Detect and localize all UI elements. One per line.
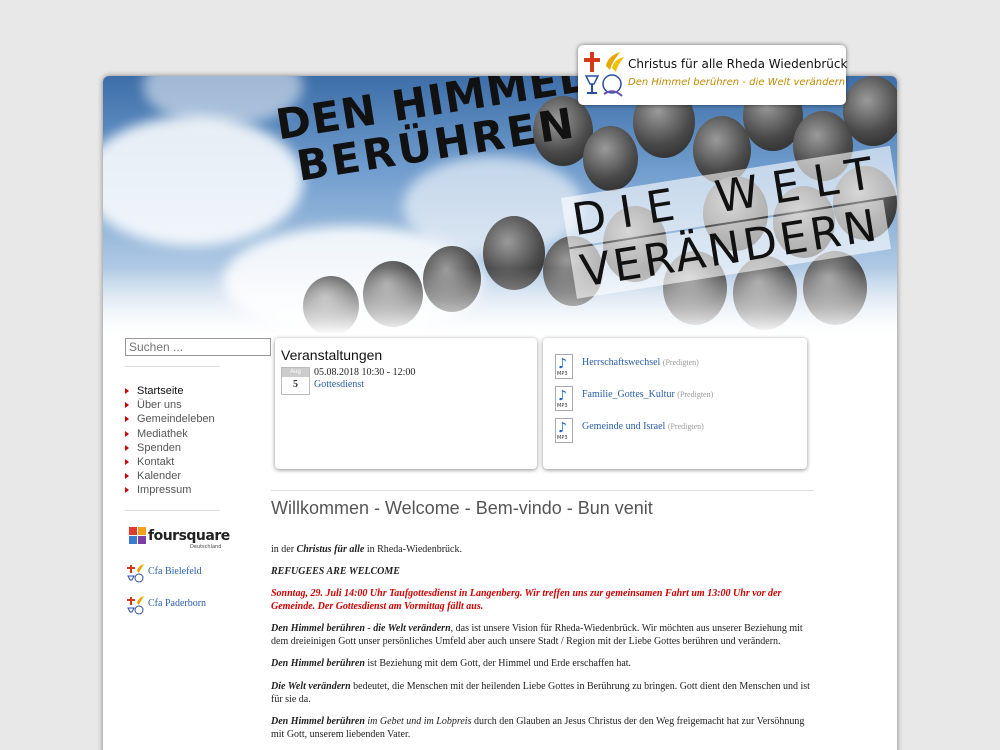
cfa-paderborn-label[interactable]: Cfa Paderborn <box>148 598 206 609</box>
cfa-bielefeld-label[interactable]: Cfa Bielefeld <box>148 566 202 577</box>
mp3-icon-label: MP3 <box>557 371 568 377</box>
nav-item-mediathek[interactable]: Mediathek <box>125 427 215 441</box>
prayer-paragraph: Den Himmel berühren im Gebet und im Lobp… <box>271 715 816 741</box>
world-paragraph: Die Welt verändern bedeutet, die Mensche… <box>271 680 816 706</box>
prayer-bold: Den Himmel berühren <box>271 716 365 727</box>
mp3-file-icon: ♪ MP3 <box>555 418 573 443</box>
bullet-arrow-icon <box>125 416 129 423</box>
intro-church-name: Christus für alle <box>296 544 365 555</box>
calendar-month: Aug <box>282 368 309 377</box>
nav-item-impressum[interactable]: Impressum <box>125 483 215 497</box>
intro-post: in Rheda-Wiedenbrück. <box>364 544 462 555</box>
nav-label: Mediathek <box>137 427 188 440</box>
bullet-arrow-icon <box>125 430 129 437</box>
nav-item-ueber-uns[interactable]: Über uns <box>125 398 215 412</box>
foursquare-label: foursquare <box>148 528 230 544</box>
vision-bold: Den Himmel berühren - die Welt verändern <box>271 623 451 634</box>
heaven-bold: Den Himmel berühren <box>271 658 365 669</box>
heaven-paragraph: Den Himmel berühren ist Beziehung mit de… <box>271 657 816 670</box>
bullet-arrow-icon <box>125 388 129 394</box>
cfa-logo-icon <box>127 596 144 615</box>
media-category: (Predigten) <box>677 390 714 399</box>
world-bold: Die Welt verändern <box>271 681 351 692</box>
content-divider <box>271 490 814 491</box>
nav-label: Startseite <box>137 385 184 397</box>
intro-paragraph: in der Christus für alle in Rheda-Wieden… <box>271 543 816 556</box>
site-logo[interactable]: Christus für alle Rheda Wiedenbrück Den … <box>578 45 848 105</box>
logo-title: Christus für alle Rheda Wiedenbrück <box>628 57 848 71</box>
welcome-heading: Willkommen - Welcome - Bem-vindo - Bun v… <box>271 498 653 518</box>
nav-label: Kontakt <box>137 455 175 468</box>
bullet-arrow-icon <box>125 444 129 451</box>
events-title: Veranstaltungen <box>281 347 383 363</box>
nav-item-startseite[interactable]: Startseite <box>125 384 215 398</box>
heaven-text: ist Beziehung mit dem Gott, der Himmel u… <box>364 658 632 669</box>
nav-label: Kalender <box>137 470 182 483</box>
bullet-arrow-icon <box>125 473 129 480</box>
header-banner: DEN HIMMEL BERÜHREN DIE WELT VERÄNDERN <box>103 76 897 338</box>
bullet-arrow-icon <box>125 458 129 465</box>
intro-pre: in der <box>271 544 297 555</box>
refugees-notice: REFUGEES ARE WELCOME <box>271 566 400 577</box>
foursquare-icon <box>129 527 146 544</box>
nav-item-gemeindeleben[interactable]: Gemeindeleben <box>125 412 215 426</box>
logo-subtitle: Den Himmel berühren - die Welt verändern <box>628 77 846 88</box>
foursquare-logo-link[interactable]: foursquare Deutschland <box>128 525 230 551</box>
mp3-file-icon: ♪ MP3 <box>555 354 573 379</box>
logo-emblem-icon <box>584 52 624 97</box>
cfa-logo-icon <box>127 564 144 583</box>
media-link[interactable]: Familie_Gottes_Kultur (Predigten) <box>582 389 713 400</box>
nav-label: Impressum <box>137 484 192 497</box>
nav-item-kontakt[interactable]: Kontakt <box>125 455 215 469</box>
world-text: bedeutet, die Menschen mit der heilenden… <box>271 681 810 705</box>
nav-label: Gemeindeleben <box>137 413 215 426</box>
sidebar-divider <box>125 510 220 511</box>
events-box: Veranstaltungen Aug 5 05.08.2018 10:30 -… <box>275 338 537 469</box>
mp3-file-icon: ♪ MP3 <box>555 386 573 411</box>
nav-item-kalender[interactable]: Kalender <box>125 469 215 483</box>
media-box: ♪ MP3 Herrschaftswechsel (Predigten) ♪ MP3… <box>543 338 807 469</box>
event-notice: Sonntag, 29. Juli 14:00 Uhr Taufgottesdi… <box>271 588 782 612</box>
event-link[interactable]: Gottesdienst <box>314 379 364 390</box>
media-link[interactable]: Herrschaftswechsel (Predigten) <box>582 357 699 368</box>
media-title[interactable]: Gemeinde und Israel <box>582 421 665 432</box>
calendar-day: 5 <box>293 379 298 390</box>
cfa-paderborn-link[interactable]: Cfa Paderborn <box>126 595 206 615</box>
bullet-arrow-icon <box>125 487 129 494</box>
main-nav: Startseite Über uns Gemeindeleben Mediat… <box>125 384 215 498</box>
prayer-italic: im Gebet und im Lobpreis <box>364 716 472 727</box>
search-input[interactable] <box>125 338 271 356</box>
calendar-date-icon: Aug 5 <box>281 367 310 395</box>
mp3-icon-label: MP3 <box>557 435 568 441</box>
media-category: (Predigten) <box>662 358 699 367</box>
media-title[interactable]: Herrschaftswechsel <box>582 357 660 368</box>
media-title[interactable]: Familie_Gottes_Kultur <box>582 389 675 400</box>
vision-paragraph: Den Himmel berühren - die Welt verändern… <box>271 622 816 648</box>
nav-label: Spenden <box>137 441 182 454</box>
media-category: (Predigten) <box>667 422 704 431</box>
nav-item-spenden[interactable]: Spenden <box>125 441 215 455</box>
event-time: 05.08.2018 10:30 - 12:00 <box>314 367 416 378</box>
cfa-bielefeld-link[interactable]: Cfa Bielefeld <box>126 563 202 583</box>
sidebar-divider <box>125 366 220 367</box>
foursquare-sub: Deutschland <box>190 544 222 550</box>
nav-label: Über uns <box>137 399 182 412</box>
bullet-arrow-icon <box>125 402 129 409</box>
mp3-icon-label: MP3 <box>557 403 568 409</box>
media-link[interactable]: Gemeinde und Israel (Predigten) <box>582 421 704 432</box>
